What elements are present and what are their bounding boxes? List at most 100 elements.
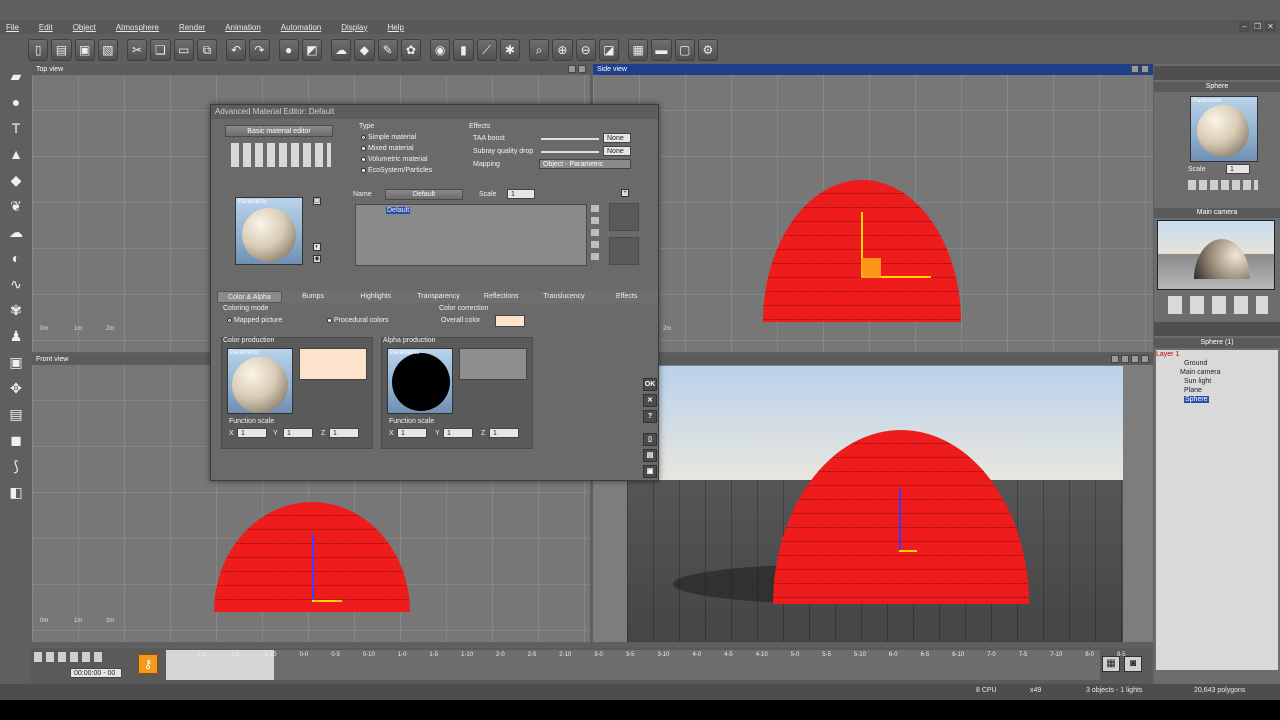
- viewport-controls[interactable]: [1111, 355, 1149, 363]
- tab-bumps[interactable]: Bumps: [282, 291, 345, 303]
- scale-field[interactable]: 1: [507, 189, 535, 199]
- redo-icon[interactable]: ↷: [249, 39, 270, 61]
- x-axis-gizmo[interactable]: [899, 550, 917, 552]
- type-option[interactable]: Simple material: [361, 134, 416, 141]
- view-icon[interactable]: ◪: [598, 39, 619, 61]
- text-tool-icon[interactable]: T: [5, 118, 27, 138]
- z-axis-gizmo[interactable]: [312, 534, 314, 600]
- tree-item-ground[interactable]: Ground: [1156, 359, 1278, 368]
- restore-icon[interactable]: ❐: [1252, 21, 1263, 32]
- menu-edit[interactable]: Edit: [39, 23, 53, 32]
- menu-file[interactable]: File: [6, 23, 19, 32]
- side-viewport[interactable]: Side view 2m: [593, 64, 1153, 352]
- alpha-production-preview[interactable]: Parametric: [387, 348, 453, 414]
- film-strip-icon[interactable]: ▦: [628, 39, 649, 61]
- viewport-controls[interactable]: [568, 65, 586, 73]
- zoom-out-icon[interactable]: ⊖: [575, 39, 596, 61]
- material-layer-list[interactable]: Default: [355, 204, 587, 266]
- subray-field[interactable]: None: [603, 146, 631, 156]
- sphere-primitive-icon[interactable]: ●: [5, 92, 27, 112]
- tab-transparency[interactable]: Transparency: [407, 291, 470, 303]
- new-file-icon[interactable]: ▯: [28, 39, 49, 61]
- scene-tabs[interactable]: [1154, 322, 1280, 336]
- preview-settings-icon[interactable]: ◉: [313, 255, 321, 263]
- preview-options-icon[interactable]: ▢: [313, 197, 321, 205]
- render-area-icon[interactable]: ◩: [301, 39, 322, 61]
- mountain-icon[interactable]: ▲: [5, 144, 27, 164]
- procedural-colors-radio[interactable]: Procedural colors: [327, 317, 388, 324]
- color-palette-icon[interactable]: ✿: [400, 39, 421, 61]
- layer-item[interactable]: Default: [386, 207, 411, 214]
- load-material-icon[interactable]: ▤: [643, 449, 657, 462]
- cube-primitive-icon[interactable]: ▣: [5, 352, 27, 372]
- alpha-scale-y-field[interactable]: 1: [443, 428, 473, 438]
- tab-highlights[interactable]: Highlights: [344, 291, 407, 303]
- open-file-icon[interactable]: ▤: [51, 39, 72, 61]
- scale-x-field[interactable]: 1: [237, 428, 267, 438]
- color-production-swatch[interactable]: [299, 348, 367, 380]
- figure-icon[interactable]: ♟: [5, 326, 27, 346]
- light-icon[interactable]: ◐: [5, 248, 27, 268]
- ok-button[interactable]: OK: [643, 378, 657, 391]
- alpha-scale-x-field[interactable]: 1: [397, 428, 427, 438]
- scale-field[interactable]: 1: [1226, 164, 1250, 174]
- playback-controls[interactable]: [34, 652, 106, 662]
- link-icon[interactable]: ⟋: [476, 39, 497, 61]
- object-material-preview[interactable]: Parametric: [1190, 96, 1258, 162]
- film-icon[interactable]: ▦: [1102, 656, 1120, 672]
- tab-color-alpha[interactable]: Color & Alpha: [217, 291, 282, 303]
- bars-icon[interactable]: ▮: [453, 39, 474, 61]
- maximize-view-icon[interactable]: ▢: [674, 39, 695, 61]
- tree-item-plane[interactable]: Plane: [1156, 386, 1278, 395]
- cancel-icon[interactable]: ✕: [643, 394, 657, 407]
- path-tool-icon[interactable]: ⟆: [5, 456, 27, 476]
- timeline[interactable]: 00:00:00 - 00 ⚷ -1.0 -1.5 -1-10 0-0 0-5 …: [30, 648, 1152, 684]
- scale-z-field[interactable]: 1: [329, 428, 359, 438]
- tab-translucency[interactable]: Translucency: [533, 291, 596, 303]
- move-tool-icon[interactable]: ✥: [5, 378, 27, 398]
- close-icon[interactable]: ✕: [1265, 21, 1276, 32]
- paste-icon[interactable]: ▭: [173, 39, 194, 61]
- leaf-icon[interactable]: ❦: [5, 196, 27, 216]
- material-slot-2[interactable]: [609, 237, 639, 265]
- cut-icon[interactable]: ✂: [127, 39, 148, 61]
- save-icon[interactable]: ▣: [74, 39, 95, 61]
- sphere-tool-icon[interactable]: ◉: [430, 39, 451, 61]
- cube-icon[interactable]: ◆: [354, 39, 375, 61]
- edit-object-icon[interactable]: ✎: [377, 39, 398, 61]
- scale-y-field[interactable]: 1: [283, 428, 313, 438]
- viewport-controls[interactable]: [1131, 65, 1149, 73]
- x-axis-gizmo[interactable]: [312, 600, 342, 602]
- menu-automation[interactable]: Automation: [281, 23, 321, 32]
- type-option[interactable]: Mixed material: [361, 145, 414, 152]
- menu-atmosphere[interactable]: Atmosphere: [116, 23, 159, 32]
- panel-tabs[interactable]: [1154, 66, 1280, 80]
- material-slot-1[interactable]: [609, 203, 639, 231]
- pivot-handle[interactable]: [861, 258, 881, 278]
- color-production-preview[interactable]: Parametric: [227, 348, 293, 414]
- object-tool-icons[interactable]: [1188, 180, 1258, 190]
- clapper-icon[interactable]: ▬: [651, 39, 672, 61]
- camera-preview[interactable]: [1157, 220, 1275, 290]
- tab-effects[interactable]: Effects: [595, 291, 658, 303]
- shape-tool-icon[interactable]: ◼: [5, 430, 27, 450]
- material-tool-icons[interactable]: [231, 143, 331, 167]
- type-option[interactable]: EcoSystem/Particles: [361, 167, 432, 174]
- cloud-icon[interactable]: ☁: [331, 39, 352, 61]
- select-tool-icon[interactable]: ▰: [5, 66, 27, 86]
- plant-icon[interactable]: ✾: [5, 300, 27, 320]
- menu-display[interactable]: Display: [341, 23, 367, 32]
- copy-icon[interactable]: ❏: [150, 39, 171, 61]
- minimize-icon[interactable]: –: [1239, 21, 1250, 32]
- taa-field[interactable]: None: [603, 133, 631, 143]
- material-preview[interactable]: Parametric: [235, 197, 303, 265]
- type-option[interactable]: Volumetric material: [361, 156, 428, 163]
- add-layer-icon[interactable]: +: [621, 189, 629, 197]
- subray-slider[interactable]: [541, 151, 599, 153]
- preview-render-icon[interactable]: ◐: [313, 243, 321, 251]
- basic-editor-button[interactable]: Basic material editor: [225, 125, 333, 137]
- overall-color-swatch[interactable]: [495, 315, 525, 327]
- zoom-in-icon[interactable]: ⊕: [552, 39, 573, 61]
- camera-nav-icons[interactable]: [1168, 296, 1268, 314]
- tree-item-sphere[interactable]: Sphere: [1184, 396, 1209, 403]
